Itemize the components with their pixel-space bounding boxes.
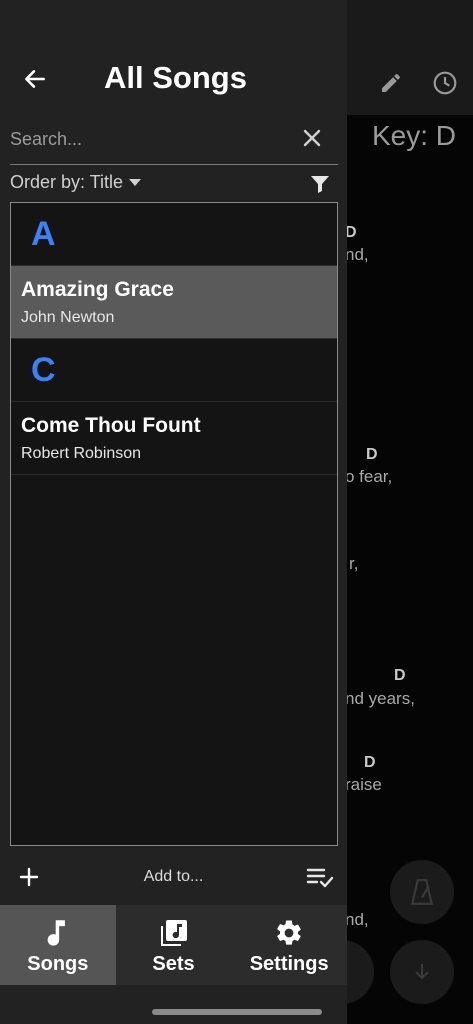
arrow-back-icon: [25, 70, 45, 88]
metronome-button[interactable]: [390, 860, 454, 924]
song-row-come-thou-fount[interactable]: Come Thou Fount Robert Robinson: [11, 402, 337, 475]
lyric-line: raise: [345, 775, 382, 794]
arrow-down-icon: [415, 964, 429, 980]
filter-icon: [311, 176, 329, 193]
clear-search-button[interactable]: [300, 126, 324, 150]
chord: D: [366, 446, 378, 463]
metronome-icon: [410, 879, 434, 905]
song-author: Robert Robinson: [21, 445, 142, 462]
scroll-down-button[interactable]: [390, 940, 454, 1004]
chord: D: [364, 754, 376, 771]
list-actions: Add to...: [0, 852, 347, 904]
chord: D: [394, 667, 406, 684]
playlist-check-icon: [306, 868, 334, 888]
lyric-line: nd,: [345, 910, 369, 929]
bottom-tab-bar: Songs Sets Settings: [0, 905, 347, 985]
song-title: Amazing Grace: [21, 278, 174, 301]
page-title: All Songs: [104, 60, 247, 95]
order-by-dropdown[interactable]: Order by: Title: [10, 172, 142, 193]
lyric-line: o fear,: [345, 467, 393, 486]
section-letter: A: [31, 215, 56, 253]
search-input[interactable]: [10, 124, 280, 154]
home-indicator: [152, 1009, 322, 1015]
song-title: Come Thou Fount: [21, 414, 201, 437]
song-list[interactable]: A Amazing Grace John Newton C Come Thou …: [10, 202, 338, 846]
songs-drawer: All Songs Order by: Title A Amazing Grac…: [0, 0, 347, 1024]
search-bar: [10, 118, 338, 165]
key-label: Key: D: [372, 120, 457, 151]
lyric-line: nd years,: [345, 689, 415, 708]
section-letter: C: [31, 351, 56, 389]
tab-songs[interactable]: Songs: [0, 905, 116, 985]
filter-button[interactable]: [308, 172, 332, 196]
tab-sets[interactable]: Sets: [116, 905, 232, 985]
song-row-amazing-grace[interactable]: Amazing Grace John Newton: [11, 266, 337, 339]
caret-down-icon: [129, 178, 142, 186]
lyric-line: r,: [349, 554, 359, 573]
tab-label: Settings: [249, 953, 329, 975]
clock-icon[interactable]: [431, 69, 459, 97]
music-note-icon: [42, 917, 74, 949]
close-icon: [303, 129, 321, 147]
section-header-a: A: [11, 203, 337, 266]
drawer-header: All Songs: [0, 0, 347, 115]
edit-icon[interactable]: [377, 69, 405, 97]
section-header-c: C: [11, 339, 337, 402]
library-music-icon: [158, 917, 190, 949]
add-to-button[interactable]: Add to...: [0, 868, 347, 886]
tab-label: Songs: [27, 953, 89, 975]
tab-label: Sets: [152, 953, 195, 975]
order-by-label: Order by: Title: [10, 172, 124, 192]
back-button[interactable]: [18, 62, 52, 96]
select-mode-button[interactable]: [306, 866, 334, 890]
song-author: John Newton: [21, 309, 115, 326]
lyric-line: nd,: [345, 245, 369, 264]
gear-icon: [273, 917, 305, 949]
tab-settings[interactable]: Settings: [231, 905, 347, 985]
